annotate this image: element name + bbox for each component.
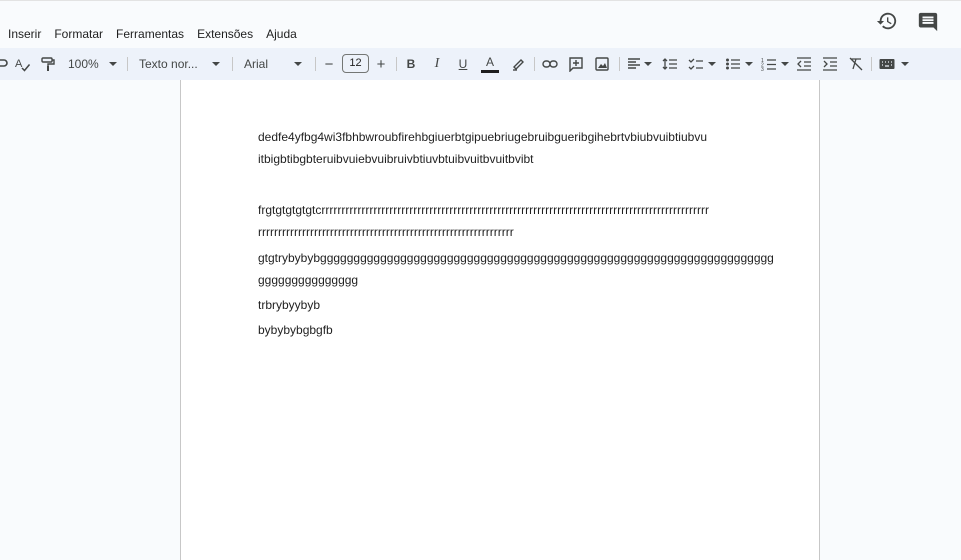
input-tools-icon[interactable] <box>878 48 910 80</box>
chevron-down-icon <box>708 62 716 66</box>
paint-format-icon[interactable] <box>39 48 57 80</box>
text-line[interactable]: gtgtrybybybggggggggggggggggggggggggggggg… <box>258 247 774 269</box>
decrease-font-size-button[interactable]: − <box>322 48 336 80</box>
chevron-down-icon <box>781 62 789 66</box>
style-select[interactable]: Texto nor... <box>139 48 223 80</box>
checklist-icon[interactable] <box>687 48 717 80</box>
insert-image-icon[interactable] <box>593 48 611 80</box>
spellcheck-icon[interactable]: A <box>13 48 31 80</box>
add-comment-icon[interactable] <box>567 48 585 80</box>
highlight-icon[interactable] <box>509 48 527 80</box>
numbered-list-icon[interactable]: 123 <box>760 48 790 80</box>
underline-button[interactable]: U <box>455 48 471 80</box>
italic-button[interactable]: I <box>429 48 445 80</box>
menu-ajuda[interactable]: Ajuda <box>266 27 297 41</box>
text-line[interactable]: rrrrrrrrrrrrrrrrrrrrrrrrrrrrrrrrrrrrrrrr… <box>258 221 514 243</box>
divider <box>396 57 397 71</box>
style-value: Texto nor... <box>139 57 198 71</box>
align-icon[interactable] <box>626 48 652 80</box>
svg-text:A: A <box>15 58 23 70</box>
zoom-value: 100% <box>68 57 99 71</box>
divider <box>534 57 535 71</box>
menu-extensoes[interactable]: Extensões <box>197 27 253 41</box>
top-bar: Inserir Formatar Ferramentas Extensões A… <box>0 0 961 49</box>
chevron-down-icon <box>294 62 303 66</box>
chevron-down-icon <box>745 62 753 66</box>
comment-icon[interactable] <box>917 11 939 33</box>
increase-indent-icon[interactable] <box>821 48 839 80</box>
menu-ferramentas[interactable]: Ferramentas <box>116 27 184 41</box>
clear-formatting-icon[interactable] <box>847 48 865 80</box>
font-size-input[interactable]: 12 <box>342 54 369 73</box>
font-value: Arial <box>244 57 269 71</box>
divider <box>315 57 316 71</box>
zoom-select[interactable]: 100% <box>68 48 122 80</box>
text-color-swatch <box>481 69 499 73</box>
menu-formatar[interactable]: Formatar <box>54 27 103 41</box>
line-spacing-icon[interactable] <box>661 48 679 80</box>
chevron-down-icon <box>108 62 117 66</box>
text-line[interactable]: itbigbtibgbteruibvuiebvuibruivbtiuvbtuib… <box>258 148 534 170</box>
toolbar: A 100% Texto nor... Arial − + B I U A 1 … <box>0 48 961 80</box>
chevron-down-icon <box>211 62 220 66</box>
divider <box>619 57 620 71</box>
chevron-down-icon <box>901 62 909 66</box>
font-select[interactable]: Arial <box>244 48 308 80</box>
increase-font-size-button[interactable]: + <box>374 48 388 80</box>
link-icon[interactable] <box>541 48 559 80</box>
text-line[interactable]: bybybybgbgfb <box>258 319 333 341</box>
divider <box>127 57 128 71</box>
text-color-label: A <box>485 54 494 69</box>
divider <box>232 57 233 71</box>
text-line[interactable]: ggggggggggggggg <box>258 269 358 291</box>
divider <box>871 57 872 71</box>
decrease-indent-icon[interactable] <box>795 48 813 80</box>
menu-inserir[interactable]: Inserir <box>8 27 41 41</box>
text-color-button[interactable]: A <box>481 48 499 80</box>
text-line[interactable]: frgtgtgtgtgtcrrrrrrrrrrrrrrrrrrrrrrrrrrr… <box>258 199 709 221</box>
text-line[interactable]: dedfe4yfbg4wi3fbhbwroubfirehbgiuerbtgipu… <box>258 126 707 148</box>
text-line[interactable]: trbrybyybyb <box>258 294 320 316</box>
redo-icon[interactable] <box>0 48 8 80</box>
chevron-down-icon <box>643 62 652 66</box>
svg-text:3: 3 <box>761 67 764 72</box>
menu-bar: Inserir Formatar Ferramentas Extensões A… <box>0 25 302 43</box>
bold-button[interactable]: B <box>403 48 419 80</box>
bulleted-list-icon[interactable] <box>724 48 754 80</box>
history-icon[interactable] <box>876 10 898 32</box>
